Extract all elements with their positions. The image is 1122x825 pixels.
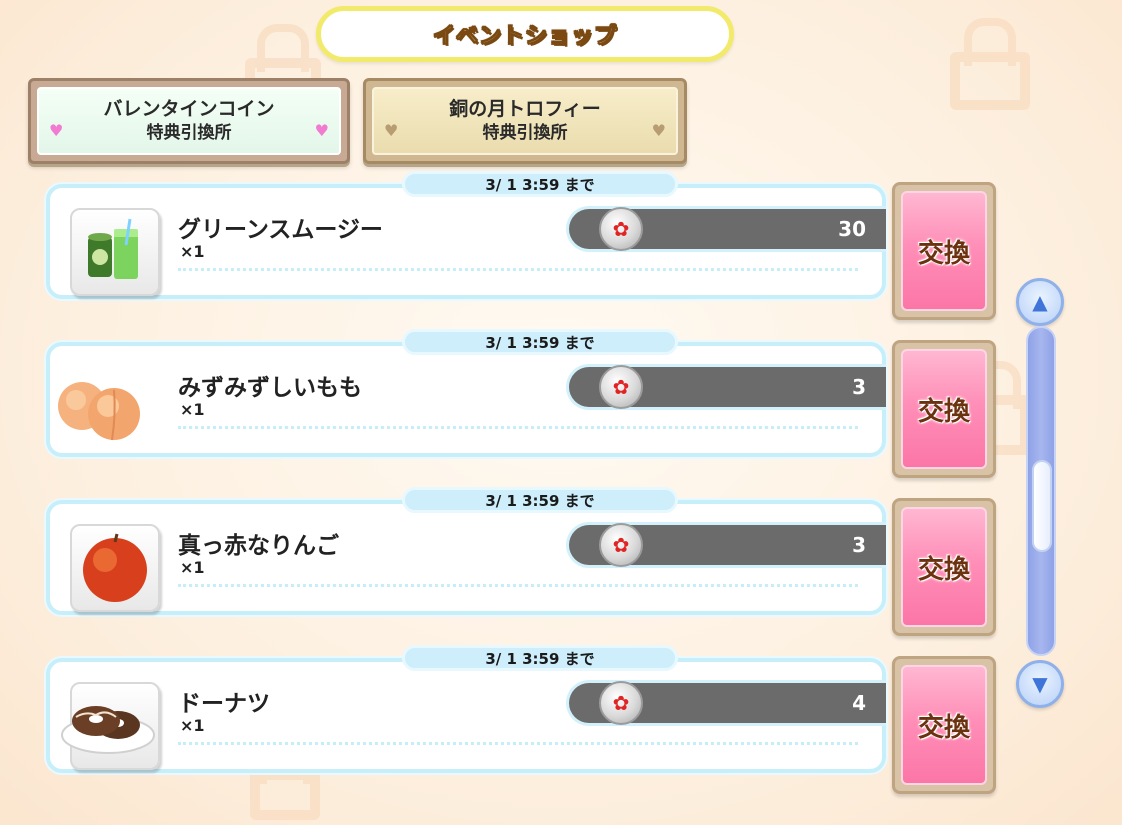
- donut-icon: [61, 682, 160, 770]
- exchange-label: 交換: [917, 396, 970, 427]
- cost-bar: ✿ 30: [566, 206, 886, 252]
- heart-icon: ♥: [384, 121, 399, 140]
- tab-label-line2: 特典引換所: [146, 123, 232, 143]
- exchange-button-face: 交換: [901, 191, 987, 311]
- exchange-button-face: 交換: [901, 349, 987, 469]
- deadline-badge: 3/ 1 3:59 まで: [402, 171, 678, 197]
- scrollbar-track[interactable]: [1026, 326, 1056, 656]
- tab-label-line1: バレンタインコイン: [103, 98, 275, 120]
- deadline-badge: 3/ 1 3:59 まで: [402, 645, 678, 671]
- item-quantity: ×1: [180, 558, 205, 577]
- heart-icon: ♥: [314, 121, 329, 140]
- tab-inner: ♥ 銅の月トロフィー 特典引換所 ♥: [372, 87, 678, 155]
- tab-label-line2: 特典引換所: [482, 123, 568, 143]
- scroll-up-button[interactable]: ▲: [1016, 278, 1064, 326]
- heart-icon: ♥: [49, 121, 64, 140]
- exchange-button[interactable]: 交換: [892, 498, 996, 636]
- cost-value: 30: [838, 217, 866, 241]
- deadline-badge: 3/ 1 3:59 まで: [402, 329, 678, 355]
- valentine-coin-icon: ✿: [599, 681, 643, 725]
- shop-item-row: ドーナツ ×1 ✿ 4 3/ 1 3:59 まで: [46, 645, 886, 773]
- item-quantity: ×1: [180, 716, 205, 735]
- valentine-coin-icon: ✿: [599, 523, 643, 567]
- item-quantity: ×1: [180, 242, 205, 261]
- item-name: ドーナツ: [178, 691, 270, 717]
- item-card: みずみずしいもも ×1 ✿ 3: [46, 342, 886, 457]
- exchange-label: 交換: [917, 238, 970, 269]
- item-name: みずみずしいもも: [178, 375, 362, 401]
- tab-inner: ♥ バレンタインコイン 特典引換所 ♥: [37, 87, 341, 155]
- exchange-button[interactable]: 交換: [892, 182, 996, 320]
- valentine-coin-icon: ✿: [599, 365, 643, 409]
- peach-icon: [58, 366, 160, 454]
- exchange-label: 交換: [917, 712, 970, 743]
- tab-label-line1: 銅の月トロフィー: [449, 98, 601, 120]
- scroll-down-button[interactable]: ▼: [1016, 660, 1064, 708]
- valentine-coin-icon: ✿: [599, 207, 643, 251]
- exchange-button-face: 交換: [901, 507, 987, 627]
- chevron-up-icon: ▲: [1032, 290, 1048, 314]
- background-bag-icon: [950, 52, 1030, 110]
- tab-bronze-moon-trophy-exchange[interactable]: ♥ 銅の月トロフィー 特典引換所 ♥: [363, 78, 687, 164]
- shop-title-banner: イベントショップ: [316, 6, 734, 62]
- item-name: 真っ赤なりんご: [178, 533, 339, 559]
- item-quantity: ×1: [180, 400, 205, 419]
- item-name: グリーンスムージー: [178, 217, 383, 243]
- cost-value: 3: [852, 375, 866, 399]
- cost-bar: ✿ 3: [566, 522, 886, 568]
- exchange-label: 交換: [917, 554, 970, 585]
- cost-value: 4: [852, 691, 866, 715]
- deadline-badge: 3/ 1 3:59 まで: [402, 487, 678, 513]
- exchange-button-face: 交換: [901, 665, 987, 785]
- divider: [178, 742, 858, 745]
- cost-bar: ✿ 4: [566, 680, 886, 726]
- item-card: 真っ赤なりんご ×1 ✿ 3: [46, 500, 886, 615]
- exchange-button[interactable]: 交換: [892, 656, 996, 794]
- cost-value: 3: [852, 533, 866, 557]
- chevron-down-icon: ▼: [1032, 672, 1048, 696]
- shop-item-row: グリーンスムージー ×1 ✿ 30 3/ 1 3:59 まで: [46, 171, 886, 299]
- cost-bar: ✿ 3: [566, 364, 886, 410]
- divider: [178, 426, 858, 429]
- divider: [178, 268, 858, 271]
- tab-valentine-coin-exchange[interactable]: ♥ バレンタインコイン 特典引換所 ♥: [28, 78, 350, 164]
- background-bag-icon: [250, 770, 320, 820]
- divider: [178, 584, 858, 587]
- item-card: グリーンスムージー ×1 ✿ 30: [46, 184, 886, 299]
- shop-item-row: みずみずしいもも ×1 ✿ 3 3/ 1 3:59 まで: [46, 329, 886, 457]
- exchange-button[interactable]: 交換: [892, 340, 996, 478]
- shop-item-row: 真っ赤なりんご ×1 ✿ 3 3/ 1 3:59 まで: [46, 487, 886, 615]
- green-smoothie-icon: [70, 208, 160, 296]
- heart-icon: ♥: [651, 121, 666, 140]
- apple-icon: [70, 524, 160, 612]
- item-card: ドーナツ ×1 ✿ 4: [46, 658, 886, 773]
- page-title: イベントショップ: [432, 24, 617, 50]
- scrollbar-thumb[interactable]: [1032, 460, 1052, 552]
